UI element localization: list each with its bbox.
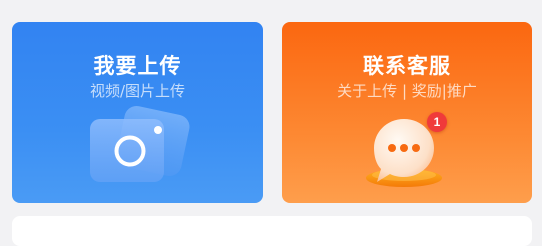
- camera-icon: [90, 106, 190, 182]
- notification-badge: 1: [427, 112, 447, 132]
- chat-bubble-icon: [366, 119, 442, 187]
- bottom-panel: [12, 216, 532, 246]
- upload-card[interactable]: 我要上传 视频/图片上传: [12, 22, 263, 203]
- contact-service-card[interactable]: 联系客服 关于上传 | 奖励|推广 1: [282, 22, 532, 203]
